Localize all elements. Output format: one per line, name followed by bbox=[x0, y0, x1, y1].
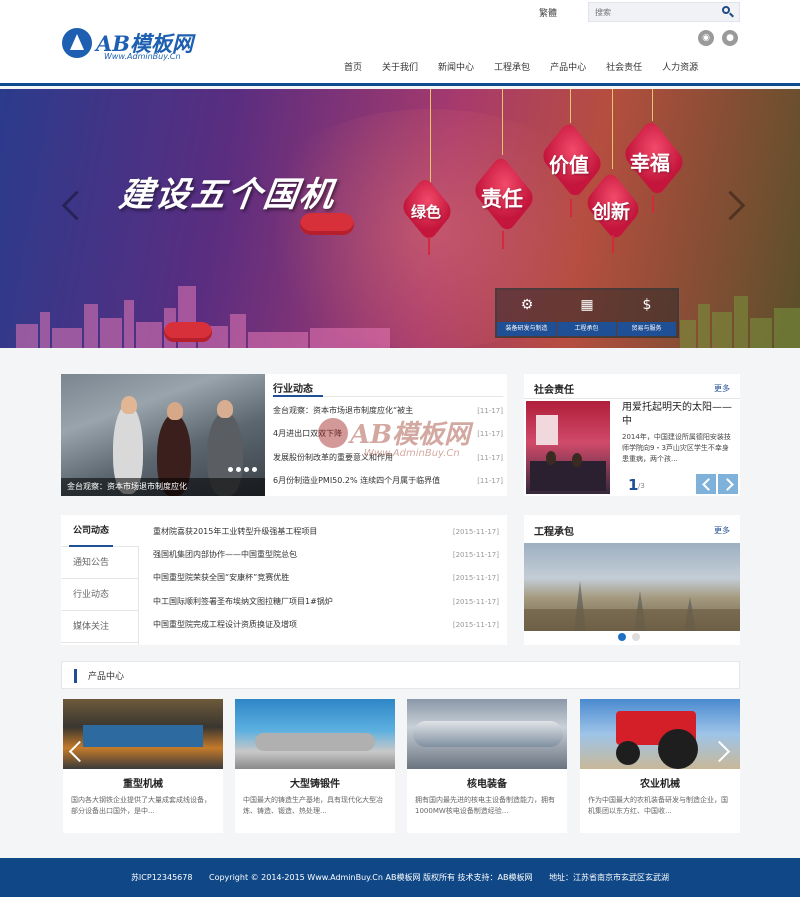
products-next-arrow[interactable] bbox=[714, 740, 730, 766]
banner-title: 建设五个国机 bbox=[116, 175, 339, 215]
social-responsibility-title: 社会责任 bbox=[534, 385, 574, 396]
tab-media[interactable]: 媒体关注 bbox=[61, 611, 139, 643]
engineering-more-link[interactable]: 更多 bbox=[714, 525, 730, 536]
social-responsibility-panel: 社会责任 更多 用爱托起明天的太阳——中 2014年，中国建设所属德阳安装技师学… bbox=[524, 374, 740, 496]
logo-subtitle: Www.AdminBuy.Cn bbox=[104, 52, 181, 61]
wechat-icon[interactable]: ● bbox=[722, 30, 738, 46]
social-page-total: /3 bbox=[638, 482, 645, 490]
social-summary: 2014年，中国建设所属德阳安装技师学院向9・3芦山灾区学生不幸身患重病，两个孩… bbox=[622, 433, 731, 463]
social-next-button[interactable] bbox=[718, 474, 738, 494]
tab-industry-news[interactable]: 行业动态 bbox=[61, 579, 139, 611]
industry-news-panel: 金台观察：资本市场退市制度应化 行业动态 金台观察：资本市场退市制度应化“被主 … bbox=[61, 374, 507, 496]
product-desc: 国内各大钢铁企业提供了大量成套成线设备，部分设备出口国外，是中... bbox=[71, 796, 211, 815]
news-list-item[interactable]: 4月进出口双双下降 [11-17] bbox=[273, 427, 503, 441]
product-image bbox=[235, 699, 395, 769]
lantern-label: 责任 bbox=[481, 186, 523, 211]
tab-company-news[interactable]: 公司动态 bbox=[61, 515, 139, 547]
product-card[interactable]: 大型铸锻件 中国最大的铸造生产基地，具有现代化大型冶炼、铸造、锻造、热处理... bbox=[235, 699, 395, 833]
lantern-label: 幸福 bbox=[630, 151, 670, 175]
social-prev-button[interactable] bbox=[696, 474, 716, 494]
product-card[interactable]: 重型机械 国内各大钢铁企业提供了大量成套成线设备，部分设备出口国外，是中... bbox=[63, 699, 223, 833]
banner-link-equipment[interactable]: ⚙ 装备研发与制造 bbox=[497, 290, 556, 336]
product-image bbox=[407, 699, 567, 769]
lantern-label: 绿色 bbox=[411, 203, 442, 221]
product-desc: 中国最大的铸造生产基地，具有现代化大型冶炼、铸造、锻造、热处理... bbox=[243, 796, 383, 815]
search-box bbox=[588, 2, 740, 22]
product-name: 核电装备 bbox=[467, 779, 507, 790]
banner-next-arrow[interactable] bbox=[724, 187, 744, 221]
factory-icon: ▦ bbox=[580, 297, 594, 313]
products-prev-arrow[interactable] bbox=[66, 740, 82, 766]
company-news-panel: 公司动态 通知公告 行业动态 媒体关注 重材院喜获2015年工业转型升级强基工程… bbox=[61, 515, 507, 645]
tab-notices[interactable]: 通知公告 bbox=[61, 547, 139, 579]
banner-link-trade[interactable]: $ 贸易与服务 bbox=[617, 290, 676, 336]
news-list-item[interactable]: 强国机集团内部协作——中国重型院总包 [2015-11-17] bbox=[153, 548, 499, 562]
industry-news-photo[interactable]: 金台观察：资本市场退市制度应化 bbox=[61, 374, 265, 496]
product-name: 重型机械 bbox=[123, 779, 163, 790]
products-header: 产品中心 bbox=[61, 661, 740, 689]
site-footer: 苏ICP12345678 Copyright © 2014-2015 Www.A… bbox=[0, 858, 800, 897]
lantern-label: 创新 bbox=[592, 201, 631, 223]
banner-prev-arrow[interactable] bbox=[60, 187, 80, 221]
nav-item-hr[interactable]: 人力资源 bbox=[652, 60, 708, 76]
nav-item-engineering[interactable]: 工程承包 bbox=[484, 60, 540, 76]
traditional-chinese-link[interactable]: 繁體 bbox=[528, 6, 568, 20]
city-skyline-illustration bbox=[0, 286, 800, 348]
product-card[interactable]: 核电装备 拥有国内最先进的核电主设备制造能力，拥有1000MW核电设备制造经验.… bbox=[407, 699, 567, 833]
news-list-item[interactable]: 中国重型院完成工程设计资质换证及增项 [2015-11-17] bbox=[153, 618, 499, 632]
nav-item-home[interactable]: 首页 bbox=[334, 60, 372, 76]
engineering-title: 工程承包 bbox=[534, 527, 574, 538]
slider-dots[interactable] bbox=[228, 467, 257, 472]
news-list-item[interactable]: 6月份制造业PMI50.2% 连续四个月属于临界值 [11-17] bbox=[273, 474, 503, 488]
footer-copyright: Copyright © 2014-2015 Www.AdminBuy.Cn AB… bbox=[208, 873, 533, 882]
cloud-ornament bbox=[300, 213, 354, 235]
news-list-item[interactable]: 发展股份制改革的重要意义和作用 [11-17] bbox=[273, 451, 503, 465]
search-button[interactable] bbox=[719, 5, 735, 19]
logo-mark-icon bbox=[62, 28, 92, 58]
news-list-item[interactable]: 重材院喜获2015年工业转型升级强基工程项目 [2015-11-17] bbox=[153, 525, 499, 539]
engineering-panel: 工程承包 更多 bbox=[524, 515, 740, 645]
product-desc: 拥有国内最先进的核电主设备制造能力，拥有1000MW核电设备制造经验... bbox=[415, 796, 555, 815]
news-list-item[interactable]: 中国重型院荣获全国“安康杯”竞赛优胜 [2015-11-17] bbox=[153, 571, 499, 585]
product-name: 大型铸锻件 bbox=[290, 779, 340, 790]
search-input[interactable] bbox=[589, 3, 715, 21]
product-desc: 作为中国最大的农机装备研发与制造企业，国机集团以东方红、中国收... bbox=[588, 796, 728, 815]
industry-photo-caption: 金台观察：资本市场退市制度应化 bbox=[61, 478, 265, 496]
nav-item-social[interactable]: 社会责任 bbox=[596, 60, 652, 76]
weibo-icon[interactable]: ◉ bbox=[698, 30, 714, 46]
products-title: 产品中心 bbox=[88, 672, 125, 682]
slider-dots[interactable] bbox=[618, 633, 640, 641]
banner-quick-links: ⚙ 装备研发与制造 ▦ 工程承包 $ 贸易与服务 bbox=[495, 288, 679, 338]
gears-icon: ⚙ bbox=[520, 297, 534, 313]
product-image bbox=[63, 699, 223, 769]
money-bag-icon: $ bbox=[642, 297, 652, 313]
footer-icp[interactable]: 苏ICP12345678 bbox=[131, 873, 193, 882]
product-name: 农业机械 bbox=[640, 779, 680, 790]
social-more-link[interactable]: 更多 bbox=[714, 383, 730, 394]
nav-item-products[interactable]: 产品中心 bbox=[540, 60, 596, 76]
news-tabs: 公司动态 通知公告 行业动态 媒体关注 bbox=[61, 515, 139, 645]
social-headline[interactable]: 用爱托起明天的太阳——中 bbox=[622, 401, 734, 429]
nav-item-news[interactable]: 新闻中心 bbox=[428, 60, 484, 76]
news-list-item[interactable]: 金台观察：资本市场退市制度应化“被主 [11-17] bbox=[273, 404, 503, 418]
engineering-photo[interactable] bbox=[524, 543, 740, 631]
cloud-ornament bbox=[164, 322, 212, 342]
site-header: AB模板网 Www.AdminBuy.Cn 繁體 ◉ ● 首页 关于我们 新闻中… bbox=[0, 0, 800, 86]
footer-address: 地址：江苏省南京市玄武区玄武湖 bbox=[549, 873, 670, 882]
hero-banner: 建设五个国机 绿色 责任 价值 创新 幸福 ⚙ 装备研发与制造 ▦ 工程承包 $… bbox=[0, 89, 800, 348]
social-page-current: 1 bbox=[628, 476, 639, 494]
main-nav: 首页 关于我们 新闻中心 工程承包 产品中心 社会责任 人力资源 bbox=[334, 60, 708, 76]
nav-item-about[interactable]: 关于我们 bbox=[372, 60, 428, 76]
lantern-label: 价值 bbox=[549, 153, 589, 177]
news-list-item[interactable]: 中工国际顺利签署圣布埃纳文图拉糖厂项目1#锅炉 [2015-11-17] bbox=[153, 595, 499, 609]
site-logo[interactable]: AB模板网 Www.AdminBuy.Cn bbox=[62, 26, 202, 66]
product-card[interactable]: 农业机械 作为中国最大的农机装备研发与制造企业，国机集团以东方红、中国收... bbox=[580, 699, 740, 833]
banner-link-engineering[interactable]: ▦ 工程承包 bbox=[557, 290, 616, 336]
social-responsibility-photo[interactable] bbox=[526, 401, 610, 494]
industry-news-title: 行业动态 bbox=[273, 384, 313, 395]
